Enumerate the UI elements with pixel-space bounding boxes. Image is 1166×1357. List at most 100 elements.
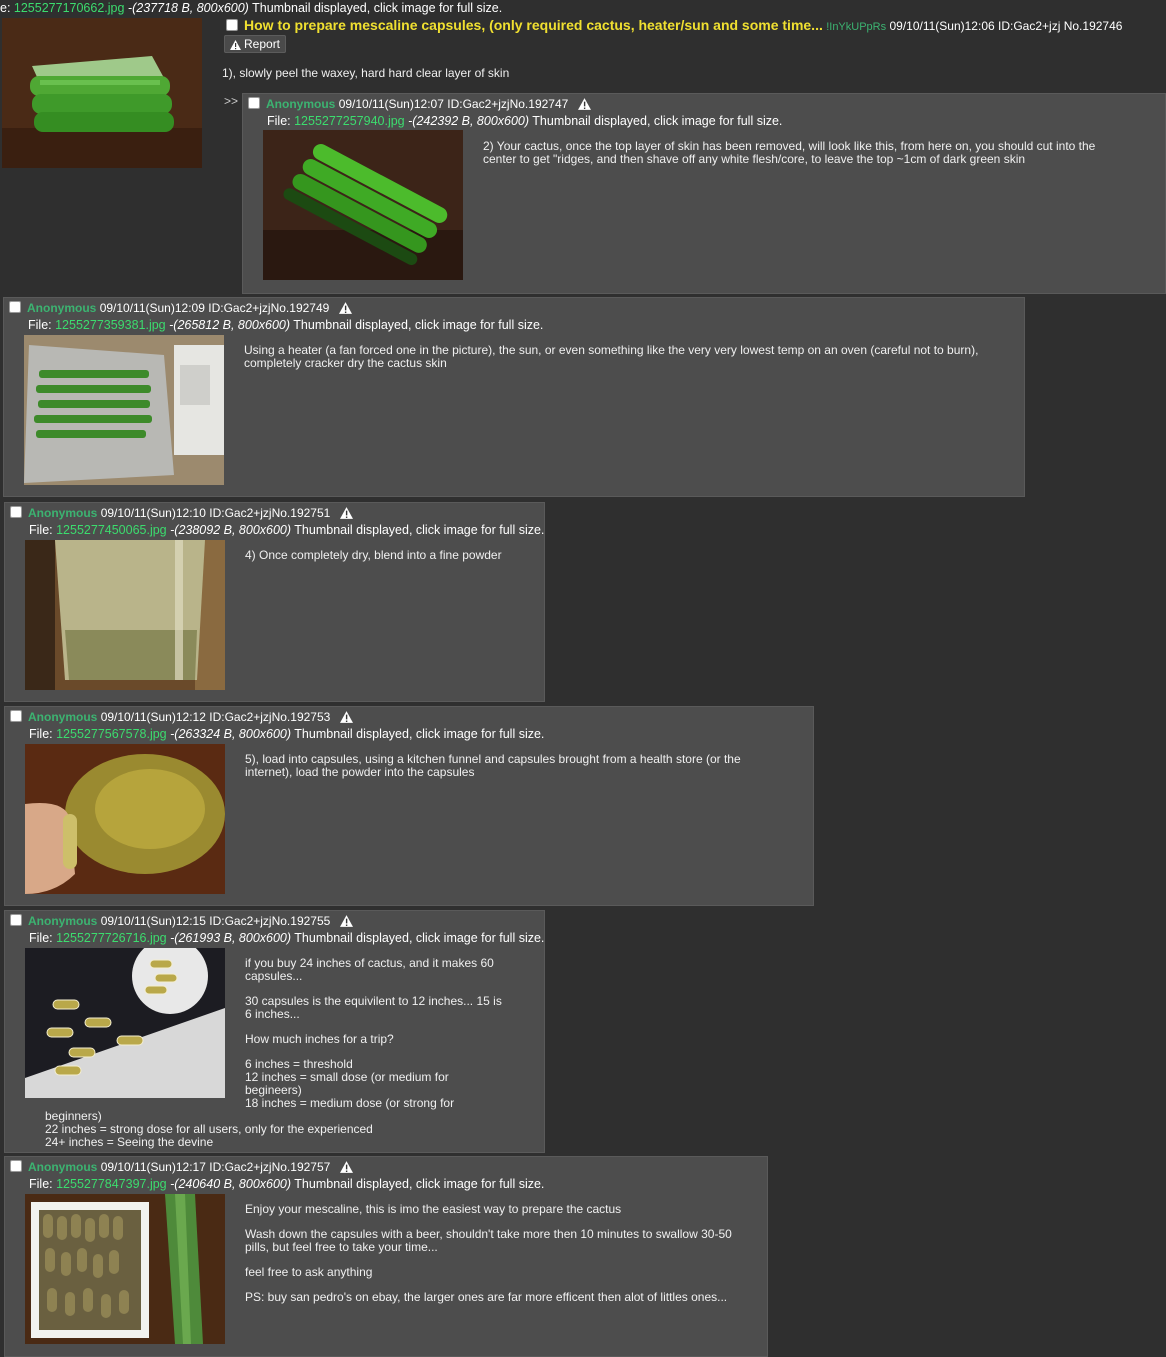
- select-checkbox[interactable]: [10, 506, 22, 518]
- op-report-button[interactable]: Report: [224, 35, 287, 53]
- file-link[interactable]: 1255277567578.jpg: [56, 727, 167, 741]
- report-warning-icon[interactable]: [339, 711, 353, 723]
- post-number[interactable]: No.192751: [272, 506, 331, 520]
- post-body: 4) Once completely dry, blend into a fin…: [245, 549, 535, 574]
- reply-post: Anonymous 09/10/11(Sun)12:17 ID:Gac2+jzj…: [4, 1156, 768, 1357]
- poster-id[interactable]: ID:Gac2+jzj: [447, 97, 509, 111]
- file-size: -(238092 B, 800x600): [170, 523, 292, 537]
- report-warning-icon[interactable]: [339, 507, 353, 519]
- post-text: 18 inches = medium dose (or strong for: [245, 1096, 455, 1110]
- reply-thumbnail[interactable]: [25, 1194, 225, 1344]
- reply-thumbnail[interactable]: [25, 744, 225, 894]
- op-thumbnail[interactable]: [2, 18, 202, 168]
- post-number[interactable]: No.192755: [272, 914, 331, 928]
- op-thumb-note: Thumbnail displayed, click image for ful…: [252, 1, 503, 15]
- poster-id[interactable]: ID:Gac2+jzj: [209, 710, 271, 724]
- poster-name: Anonymous: [28, 914, 98, 928]
- reply-marker: >>: [224, 94, 239, 108]
- op-id[interactable]: ID:Gac2+jzj: [998, 19, 1060, 33]
- op-body: 1), slowly peel the waxey, hard hard cle…: [222, 66, 509, 80]
- file-size: -(261993 B, 800x600): [170, 931, 292, 945]
- reply-thumbnail[interactable]: [24, 335, 224, 485]
- post-text: Enjoy your mescaline, this is imo the ea…: [245, 1202, 622, 1216]
- select-checkbox[interactable]: [10, 1160, 22, 1172]
- blender-powder-photo-icon: [25, 540, 225, 690]
- report-warning-icon[interactable]: [339, 1161, 353, 1173]
- op-file-prefix: e:: [0, 1, 14, 15]
- op-datetime: 09/10/11(Sun)12:06: [889, 19, 995, 33]
- reply-thumbnail[interactable]: [25, 540, 225, 690]
- file-label: File:: [29, 727, 53, 741]
- select-checkbox[interactable]: [9, 301, 21, 313]
- file-info: File: 1255277847397.jpg -(240640 B, 800x…: [29, 1177, 544, 1191]
- reply-header: Anonymous 09/10/11(Sun)12:12 ID:Gac2+jzj…: [10, 710, 353, 724]
- post-number[interactable]: No.192749: [271, 301, 330, 315]
- post-text: PS: buy san pedro's on ebay, the larger …: [245, 1290, 728, 1304]
- op-subject: How to prepare mescaline capsules, (only…: [244, 17, 823, 33]
- op-tripcode: !InYkUPpRs: [826, 21, 887, 33]
- post-number[interactable]: No.192757: [272, 1160, 331, 1174]
- post-text: Using a heater (a fan forced one in the …: [244, 343, 979, 370]
- post-text: if you buy 24 inches of cactus, and it m…: [245, 956, 494, 983]
- file-label: File:: [29, 1177, 53, 1191]
- post-body-overflow: beginners) 22 inches = strong dose for a…: [45, 1110, 525, 1149]
- post-body: 2) Your cactus, once the top layer of sk…: [483, 140, 1123, 178]
- thumb-note: Thumbnail displayed, click image for ful…: [294, 727, 545, 741]
- thumb-note: Thumbnail displayed, click image for ful…: [294, 1177, 545, 1191]
- op-file-info: e: 1255277170662.jpg -(237718 B, 800x600…: [0, 1, 503, 15]
- report-warning-icon[interactable]: [338, 302, 352, 314]
- op-body-text: 1), slowly peel the waxey, hard hard cle…: [222, 66, 510, 80]
- post-text: 5), load into capsules, using a kitchen …: [245, 752, 741, 779]
- post-text: 4) Once completely dry, blend into a fin…: [245, 548, 502, 562]
- select-checkbox[interactable]: [248, 97, 260, 109]
- reply-header: Anonymous 09/10/11(Sun)12:07 ID:Gac2+jzj…: [248, 97, 591, 111]
- reply-post: Anonymous 09/10/11(Sun)12:07 ID:Gac2+jzj…: [242, 93, 1166, 294]
- reply-thumbnail[interactable]: [263, 130, 463, 280]
- post-number[interactable]: No.192747: [510, 97, 569, 111]
- poster-id[interactable]: ID:Gac2+jzj: [208, 301, 270, 315]
- poster-name: Anonymous: [28, 1160, 98, 1174]
- select-checkbox[interactable]: [10, 914, 22, 926]
- post-number[interactable]: No.192753: [272, 710, 331, 724]
- op-select-checkbox[interactable]: [226, 19, 238, 31]
- post-datetime: 09/10/11(Sun)12:15: [100, 914, 206, 928]
- reply-post: Anonymous 09/10/11(Sun)12:15 ID:Gac2+jzj…: [4, 910, 545, 1153]
- capsule-box-cactus-photo-icon: [25, 1194, 225, 1344]
- report-warning-icon[interactable]: [577, 98, 591, 110]
- post-text: Wash down the capsules with a beer, shou…: [245, 1227, 732, 1254]
- poster-name: Anonymous: [28, 506, 98, 520]
- file-label: File:: [29, 931, 53, 945]
- file-info: File: 1255277359381.jpg -(265812 B, 800x…: [28, 318, 543, 332]
- reply-post: Anonymous 09/10/11(Sun)12:12 ID:Gac2+jzj…: [4, 706, 814, 906]
- peeled-cactus-photo-icon: [2, 18, 202, 168]
- poster-id[interactable]: ID:Gac2+jzj: [209, 1160, 271, 1174]
- op-header: How to prepare mescaline capsules, (only…: [226, 17, 1122, 33]
- capsule-filling-photo-icon: [25, 744, 225, 894]
- op-file-link[interactable]: 1255277170662.jpg: [14, 1, 125, 15]
- reply-thumbnail[interactable]: [25, 948, 225, 1098]
- poster-id[interactable]: ID:Gac2+jzj: [209, 506, 271, 520]
- op-post-number[interactable]: No.192746: [1064, 19, 1123, 33]
- file-info: File: 1255277726716.jpg -(261993 B, 800x…: [29, 931, 544, 945]
- file-size: -(240640 B, 800x600): [170, 1177, 292, 1191]
- post-datetime: 09/10/11(Sun)12:12: [100, 710, 206, 724]
- thumb-note: Thumbnail displayed, click image for ful…: [293, 318, 544, 332]
- reply-post: Anonymous 09/10/11(Sun)12:10 ID:Gac2+jzj…: [4, 502, 545, 702]
- file-link[interactable]: 1255277257940.jpg: [294, 114, 405, 128]
- poster-id[interactable]: ID:Gac2+jzj: [209, 914, 271, 928]
- select-checkbox[interactable]: [10, 710, 22, 722]
- post-datetime: 09/10/11(Sun)12:09: [99, 301, 205, 315]
- post-text: How much inches for a trip?: [245, 1032, 394, 1046]
- drying-cactus-heater-photo-icon: [24, 335, 224, 485]
- file-label: File:: [267, 114, 291, 128]
- file-link[interactable]: 1255277359381.jpg: [55, 318, 166, 332]
- file-link[interactable]: 1255277847397.jpg: [56, 1177, 167, 1191]
- reply-header: Anonymous 09/10/11(Sun)12:15 ID:Gac2+jzj…: [10, 914, 353, 928]
- post-datetime: 09/10/11(Sun)12:10: [100, 506, 206, 520]
- file-link[interactable]: 1255277450065.jpg: [56, 523, 167, 537]
- warning-icon: [230, 40, 241, 50]
- report-warning-icon[interactable]: [339, 915, 353, 927]
- reply-header: Anonymous 09/10/11(Sun)12:17 ID:Gac2+jzj…: [10, 1160, 353, 1174]
- file-link[interactable]: 1255277726716.jpg: [56, 931, 167, 945]
- reply-header: Anonymous 09/10/11(Sun)12:09 ID:Gac2+jzj…: [9, 301, 352, 315]
